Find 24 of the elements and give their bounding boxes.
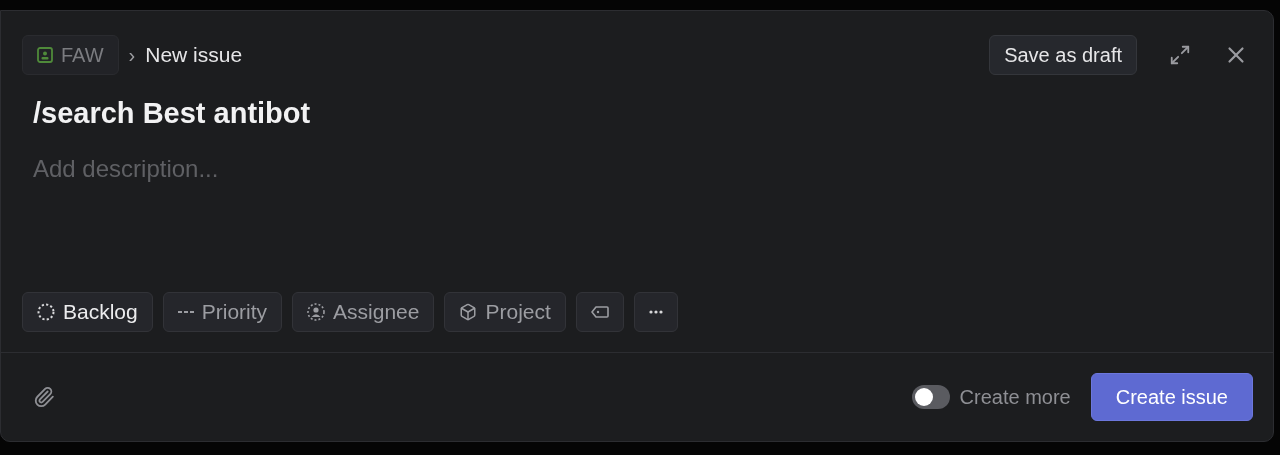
- create-issue-button[interactable]: Create issue: [1090, 373, 1253, 421]
- dashes-icon: [177, 310, 194, 314]
- expand-icon[interactable]: [1169, 44, 1191, 66]
- more-icon: [648, 310, 663, 314]
- issue-title[interactable]: /search Best antibot: [1, 75, 1273, 130]
- paperclip-icon[interactable]: [33, 386, 55, 408]
- cube-icon: [459, 303, 478, 321]
- status-button[interactable]: Backlog: [22, 292, 153, 332]
- save-draft-button[interactable]: Save as draft: [989, 35, 1137, 75]
- team-icon: [37, 47, 53, 63]
- team-name: FAW: [61, 43, 104, 67]
- description-field[interactable]: Add description...: [33, 152, 1241, 186]
- create-more-label: Create more: [959, 385, 1071, 409]
- create-more-toggle[interactable]: [911, 385, 950, 409]
- breadcrumb-page: New issue: [145, 43, 243, 67]
- labels-button[interactable]: [575, 292, 624, 332]
- priority-button[interactable]: Priority: [162, 292, 283, 332]
- breadcrumb-separator: ›: [128, 43, 136, 67]
- dotted-circle-icon: [37, 303, 55, 321]
- team-chip[interactable]: FAW: [22, 35, 119, 75]
- project-button[interactable]: Project: [444, 292, 566, 332]
- assignee-button[interactable]: Assignee: [292, 292, 435, 332]
- user-circle-icon: [307, 303, 326, 321]
- tag-icon: [590, 306, 609, 318]
